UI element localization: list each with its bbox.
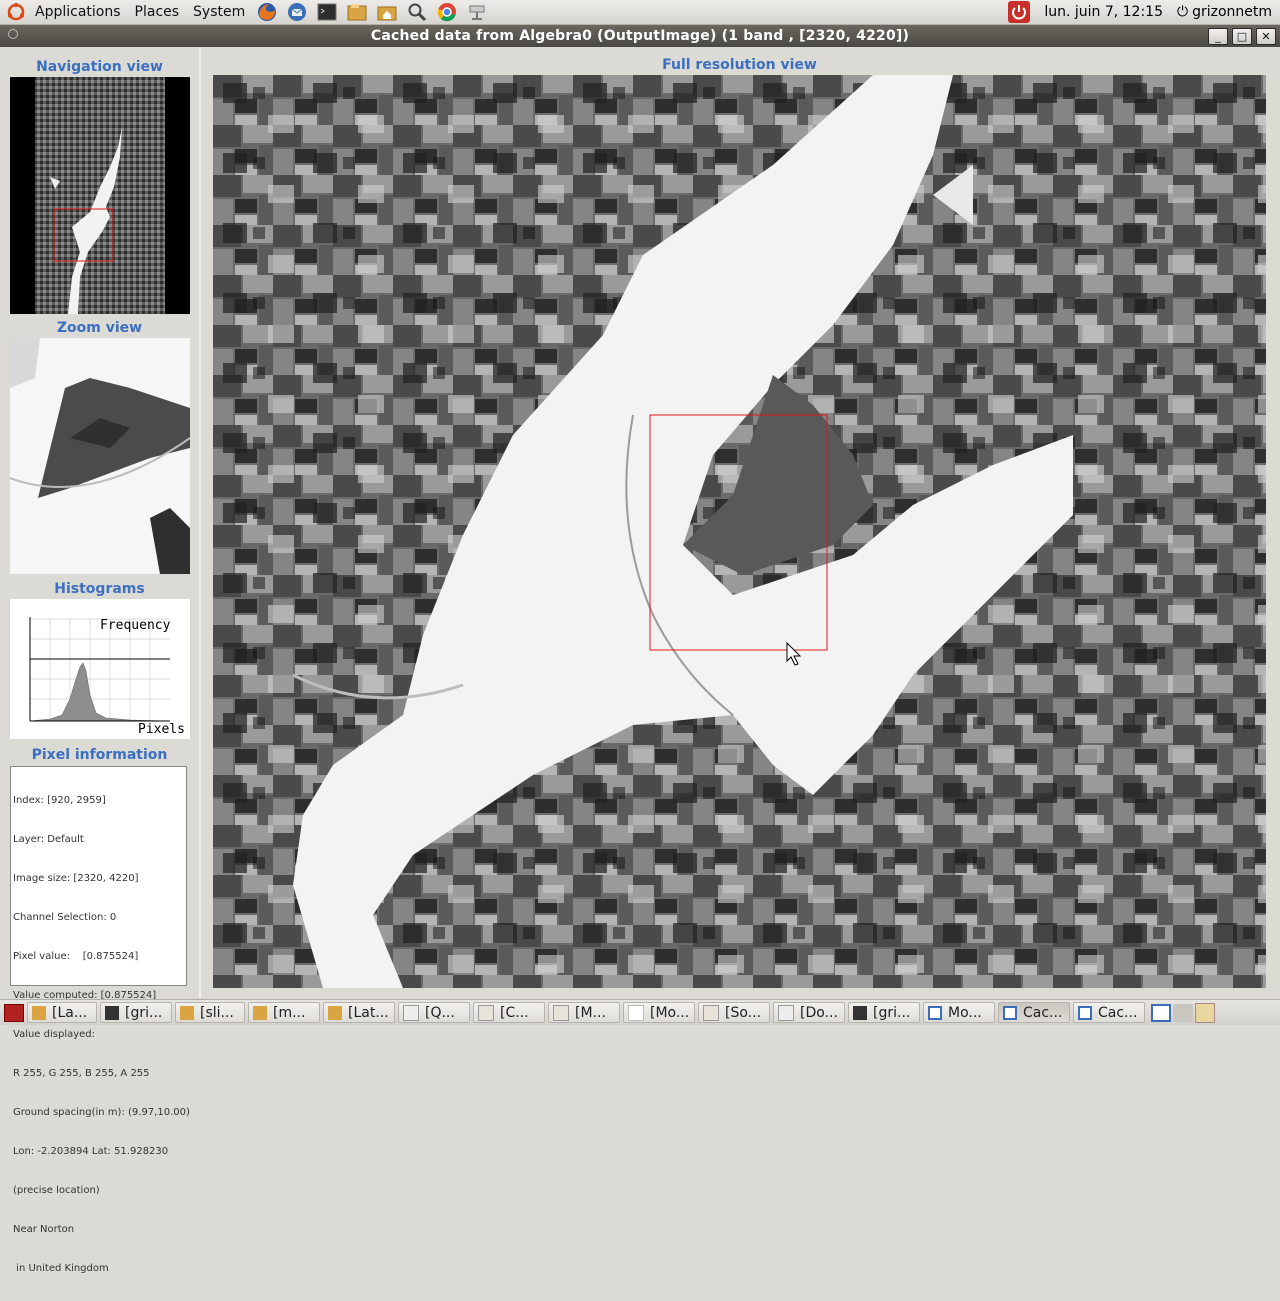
taskbar-item-label: [Q... [425,1004,455,1021]
folder-icon [253,1005,267,1020]
power-icon[interactable] [1008,1,1031,23]
pixel-info-line: (precise location) [13,1185,100,1196]
workspace-switcher-icon[interactable] [1151,1003,1171,1022]
taskbar-item[interactable]: [m... [248,1002,320,1023]
pixel-info-line: Near Norton [13,1224,75,1235]
pixel-info-line: R 255, G 255, B 255, A 255 [13,1068,150,1079]
taskbar-item-label: [gri... [125,1004,163,1021]
user-power-icon: ⏻ [1176,4,1189,20]
pixel-information-title: Pixel information [31,747,168,763]
clock[interactable]: lun. juin 7, 12:15 [1044,4,1163,20]
search-icon[interactable] [406,1,428,23]
zoom-view-title: Zoom view [56,320,143,336]
network-icon[interactable] [466,1,488,23]
window-icon [928,1005,942,1020]
document-icon [778,1004,794,1021]
taskbar-item[interactable]: [sli... [175,1002,245,1023]
window-icon [1003,1005,1017,1020]
taskbar-item-label: [Lat... [348,1004,389,1021]
places-menu[interactable]: Places [128,4,187,20]
terminal-icon [105,1005,119,1020]
folder-icon [32,1005,46,1020]
folder-icon [328,1005,342,1020]
histogram: Frequency Pixels [10,599,190,739]
taskbar-item-label: [So... [725,1004,762,1021]
firefox-icon[interactable] [256,1,278,23]
system-menu[interactable]: System [186,4,252,20]
full-resolution-view-title: Full resolution view [662,57,817,73]
chrome-icon[interactable] [436,1,458,23]
pixel-info-line: Index: [920, 2959] [13,795,106,806]
folder-icon [180,1005,194,1020]
taskbar-item-label: [Do... [800,1004,838,1021]
pixel-info-line: Ground spacing(in m): (9.97,10.00) [13,1107,190,1118]
taskbar-item[interactable]: Cac... [1073,1002,1145,1023]
pixel-info-line: Value displayed: [13,1029,96,1040]
show-desktop-icon[interactable] [4,1003,24,1022]
histogram-x-label: Pixels [138,722,185,737]
full-resolution-view[interactable] [213,75,1266,988]
window-title: Cached data from Algebra0 (OutputImage) … [370,28,910,44]
taskbar-item[interactable]: [gri... [848,1002,920,1023]
minimize-button[interactable]: _ [1208,28,1228,45]
viewer-content: Navigation view Zoom view Histograms Fre… [0,48,1280,1274]
maximize-button[interactable]: □ [1232,28,1252,45]
document-icon [403,1004,419,1021]
taskbar-item[interactable]: Mo... [923,1002,995,1023]
histograms-title: Histograms [54,581,145,597]
taskbar-item-label: [C... [500,1004,529,1021]
thunderbird-icon[interactable] [286,1,308,23]
taskbar-item[interactable]: [So... [698,1002,770,1023]
user-name: grizonnetm [1192,4,1272,20]
window-icon [1078,1005,1092,1020]
taskbar-item-label: [La... [52,1004,88,1021]
navigation-view[interactable] [10,77,190,314]
taskbar-item-label: [Mo... [650,1004,690,1021]
taskbar-item-label: Cac... [1023,1004,1063,1021]
applications-menu[interactable]: Applications [28,4,128,20]
taskbar-item-label: Cac... [1098,1004,1138,1021]
taskbar-item[interactable]: [La... [27,1002,97,1023]
taskbar-item-label: [m... [273,1004,306,1021]
taskbar-item-label: [gri... [873,1004,911,1021]
terminal-icon[interactable] [316,1,338,23]
taskbar-item[interactable]: [gri... [100,1002,172,1023]
taskbar-item[interactable]: [Do... [773,1002,845,1023]
ubuntu-logo-icon[interactable] [6,2,26,22]
taskbar-item-label: [M... [575,1004,606,1021]
bottom-taskbar: [La... [gri... [sli... [m... [Lat... [Q.… [0,999,1280,1025]
top-panel: Applications Places System lun. juin 7, … [0,0,1280,25]
editor-icon [478,1004,494,1021]
window-titlebar[interactable]: Cached data from Algebra0 (OutputImage) … [0,25,1280,47]
pixel-info-line: Lon: -2.203894 Lat: 51.928230 [13,1146,169,1157]
zoom-view[interactable] [9,338,191,574]
left-panel: Navigation view Zoom view Histograms Fre… [0,48,201,1274]
taskbar-item[interactable]: [C... [473,1002,545,1023]
taskbar-item-label: [sli... [200,1004,234,1021]
editor-icon [703,1004,719,1021]
blank-icon [628,1004,644,1021]
editor-icon [553,1004,569,1021]
taskbar-item[interactable]: [M... [548,1002,620,1023]
pixel-info-line: Layer: Default [13,834,84,845]
histogram-y-label: Frequency [100,618,171,633]
taskbar-item[interactable]: [Lat... [323,1002,395,1023]
home-folder-icon[interactable] [376,1,398,23]
navigation-view-title: Navigation view [36,59,163,75]
user-menu[interactable]: ⏻ grizonnetm [1177,4,1272,20]
trash-icon[interactable] [1195,1002,1215,1023]
taskbar-item[interactable]: Cac... [998,1002,1070,1023]
pixel-info-line: Image size: [2320, 4220] [13,873,139,884]
pixel-info-line: Channel Selection: 0 [13,912,117,923]
workspace-2-icon[interactable] [1173,1003,1193,1022]
pixel-info-line: in United Kingdom [13,1263,109,1274]
files-icon[interactable] [346,1,368,23]
close-button[interactable]: ✕ [1256,28,1276,45]
taskbar-item[interactable]: [Q... [398,1002,470,1023]
taskbar-item-label: Mo... [948,1004,982,1021]
terminal-icon [853,1005,867,1020]
pixel-info-line: Pixel value: [0.875524] [13,951,139,962]
pixel-information-panel: Index: [920, 2959] Layer: Default Image … [10,766,190,1274]
taskbar-item[interactable]: [Mo... [623,1002,695,1023]
